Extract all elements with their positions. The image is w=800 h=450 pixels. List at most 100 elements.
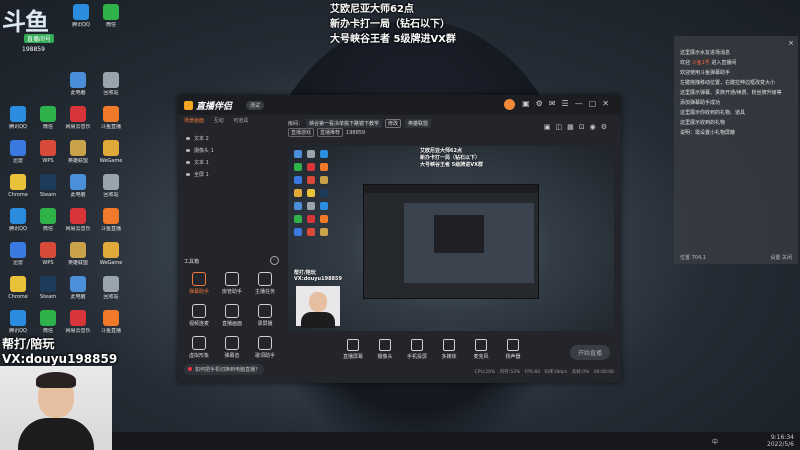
scene-item[interactable]: 摄像头 1 — [186, 147, 214, 154]
desktop-icon[interactable]: 腾讯QQ — [3, 208, 33, 232]
desktop-icon[interactable]: 微信 — [33, 106, 63, 130]
desktop-icon[interactable]: 腾讯QQ — [66, 4, 96, 28]
tab-scene[interactable]: 场景画面 — [184, 118, 204, 124]
avatar-icon — [192, 336, 206, 350]
manager-icon — [225, 272, 239, 286]
app-titlebar[interactable]: 直播伴侣 测试 ▣⚙✉☰—▢✕ — [178, 95, 621, 115]
desktop-icon-label: 网易云音乐 — [65, 328, 91, 334]
chat-message: 这里展示水友进场消息 — [680, 50, 731, 56]
preview-desktop-icon — [294, 163, 302, 171]
desktop-icon[interactable]: Steam — [33, 174, 63, 198]
desktop-icon[interactable]: Steam — [33, 276, 63, 300]
tab-props[interactable]: 可道具 — [233, 118, 248, 124]
room-category[interactable]: 英雄联盟 — [405, 119, 432, 128]
desktop-icon[interactable]: 此电脑 — [63, 276, 93, 300]
desktop-icon[interactable]: 此电脑 — [63, 72, 93, 96]
desktop-icon[interactable]: WPS — [33, 140, 63, 164]
desktop-icon[interactable]: 腾讯QQ — [3, 310, 33, 334]
eye-icon[interactable] — [186, 173, 190, 176]
desktop-icon[interactable]: 微信 — [33, 310, 63, 334]
desktop-icon[interactable]: 网易云音乐 — [63, 310, 93, 334]
app-icon — [40, 208, 56, 224]
window-controls[interactable]: ▣⚙✉☰—▢✕ — [522, 99, 615, 108]
taskbar-clock[interactable]: 9:16:34 2022/5/6 — [767, 434, 794, 448]
preview-toolbar[interactable]: ▣◫▦⊡◉⚙ — [544, 123, 612, 131]
alert-dot-icon — [188, 367, 192, 371]
app-icon — [70, 276, 86, 292]
desktop-icon[interactable]: 回收站 — [96, 72, 126, 96]
scene-item[interactable]: 文本 1 — [186, 159, 209, 166]
webcam-hair — [36, 372, 76, 388]
chat-footer-settings[interactable]: 设置 关闭 — [770, 254, 792, 261]
phone-icon — [411, 339, 423, 351]
tool-screen-record[interactable]: 录屏播 — [250, 304, 280, 327]
user-avatar[interactable] — [504, 99, 515, 110]
start-live-button[interactable]: 开始直播 — [569, 345, 610, 360]
scene-item[interactable]: 全屏 1 — [186, 171, 209, 178]
version-badge[interactable]: 测试 — [246, 101, 265, 110]
mic-button[interactable]: 麦克风 — [466, 339, 496, 360]
desktop-icon[interactable]: 迅雷 — [3, 140, 33, 164]
desktop-icon[interactable]: 网易云音乐 — [63, 208, 93, 232]
desktop-icon[interactable]: Chrome — [3, 174, 33, 198]
status-fps: FPS:60 — [524, 370, 541, 375]
room-tag[interactable]: 直播推荐 — [317, 128, 344, 137]
tool-virtual-avatar[interactable]: 虚拟形象 — [184, 336, 214, 359]
tool-danmu-assistant[interactable]: 弹幕助手 — [184, 272, 214, 295]
scene-item[interactable]: 文本 2 — [186, 135, 209, 142]
room-tag[interactable]: 直播游戏 — [288, 128, 315, 137]
danmu-assistant-panel[interactable]: × 这里展示水友进场消息 欢迎 斗鱼1号 进入直播间 欢迎使用斗鱼弹幕助手 左键… — [674, 36, 798, 264]
tool-live-picture[interactable]: 直播画面 — [217, 304, 247, 327]
source-media-button[interactable]: 多媒体 — [434, 339, 464, 360]
desktop-icon[interactable]: 此电脑 — [63, 174, 93, 198]
preview-promo-text: 帮打/陪玩 VX:douyu198859 — [294, 270, 342, 282]
desktop-icon[interactable]: 英雄联盟 — [63, 140, 93, 164]
preview-desktop-icon — [307, 215, 315, 223]
desktop-icon[interactable]: Chrome — [3, 276, 33, 300]
live-companion-window[interactable]: 直播伴侣 测试 ▣⚙✉☰—▢✕ 场景画面 互动 可道具 文本 2 摄像头 1 文… — [178, 95, 621, 383]
eye-icon[interactable] — [186, 149, 190, 152]
desktop-icon[interactable]: WeGame — [96, 140, 126, 164]
desktop-icon-label: 微信 — [42, 124, 53, 130]
eye-icon[interactable] — [186, 161, 190, 164]
desktop-icon[interactable]: WeGame — [96, 242, 126, 266]
desktop-icon[interactable]: 斗鱼直播 — [96, 208, 126, 232]
edit-title-button[interactable]: 修改 — [385, 119, 402, 128]
app-icon — [70, 72, 86, 88]
desktop-icon[interactable]: WPS — [33, 242, 63, 266]
desktop-icon[interactable]: 斗鱼直播 — [96, 106, 126, 130]
speaker-button[interactable]: 扬声器 — [498, 339, 528, 360]
source-phone-button[interactable]: 手机投屏 — [402, 339, 432, 360]
monitor-icon — [347, 339, 359, 351]
ime-indicator[interactable]: 中 — [712, 437, 718, 446]
tool-room-manager[interactable]: 房管助手 — [217, 272, 247, 295]
desktop-icon[interactable]: 英雄联盟 — [63, 242, 93, 266]
tool-danmu-sound[interactable]: 弹幕音 — [217, 336, 247, 359]
help-tip[interactable]: 如何把手机切换到电脑直播？ — [184, 364, 265, 375]
room-title[interactable]: 峡谷第一看决单挑下路镜下教学 — [306, 119, 383, 128]
desktop-icon[interactable]: 微信 — [33, 208, 63, 232]
link-icon — [192, 304, 206, 318]
tool-video-link[interactable]: 视频连麦 — [184, 304, 214, 327]
desktop-icon[interactable]: 迅雷 — [3, 242, 33, 266]
tab-interact[interactable]: 互动 — [214, 118, 224, 124]
nested-inner-view — [434, 215, 484, 253]
more-icon[interactable]: ··· — [270, 256, 279, 265]
desktop-icon[interactable]: 回收站 — [96, 174, 126, 198]
desktop-icon[interactable]: 腾讯QQ — [3, 106, 33, 130]
desktop-icon[interactable]: 斗鱼直播 — [96, 310, 126, 334]
eye-icon[interactable] — [186, 137, 190, 140]
tool-lyrics[interactable]: 歌词助手 — [250, 336, 280, 359]
desktop-icon[interactable]: 回收站 — [96, 276, 126, 300]
close-icon[interactable]: × — [788, 39, 794, 47]
source-camera-button[interactable]: 摄像头 — [370, 339, 400, 360]
tool-anchor-task[interactable]: 主播任务 — [250, 272, 280, 295]
desktop-icon[interactable]: 微信 — [96, 4, 126, 28]
scene-panel: 场景画面 互动 可道具 文本 2 摄像头 1 文本 1 全屏 1 工具箱 ···… — [184, 117, 280, 377]
source-screen-button[interactable]: 直播屏幕 — [338, 339, 368, 360]
preview-overlay-text: 艾欧尼亚大师62点 新办卡打一局（钻石以下） 大号峡谷王者 5级牌进VX群 — [420, 148, 483, 168]
desktop-icon-label: 斗鱼直播 — [100, 328, 121, 334]
media-icon — [443, 339, 455, 351]
desktop-icon[interactable]: 网易云音乐 — [63, 106, 93, 130]
chat-highlight-name: 斗鱼1号 — [691, 60, 710, 66]
